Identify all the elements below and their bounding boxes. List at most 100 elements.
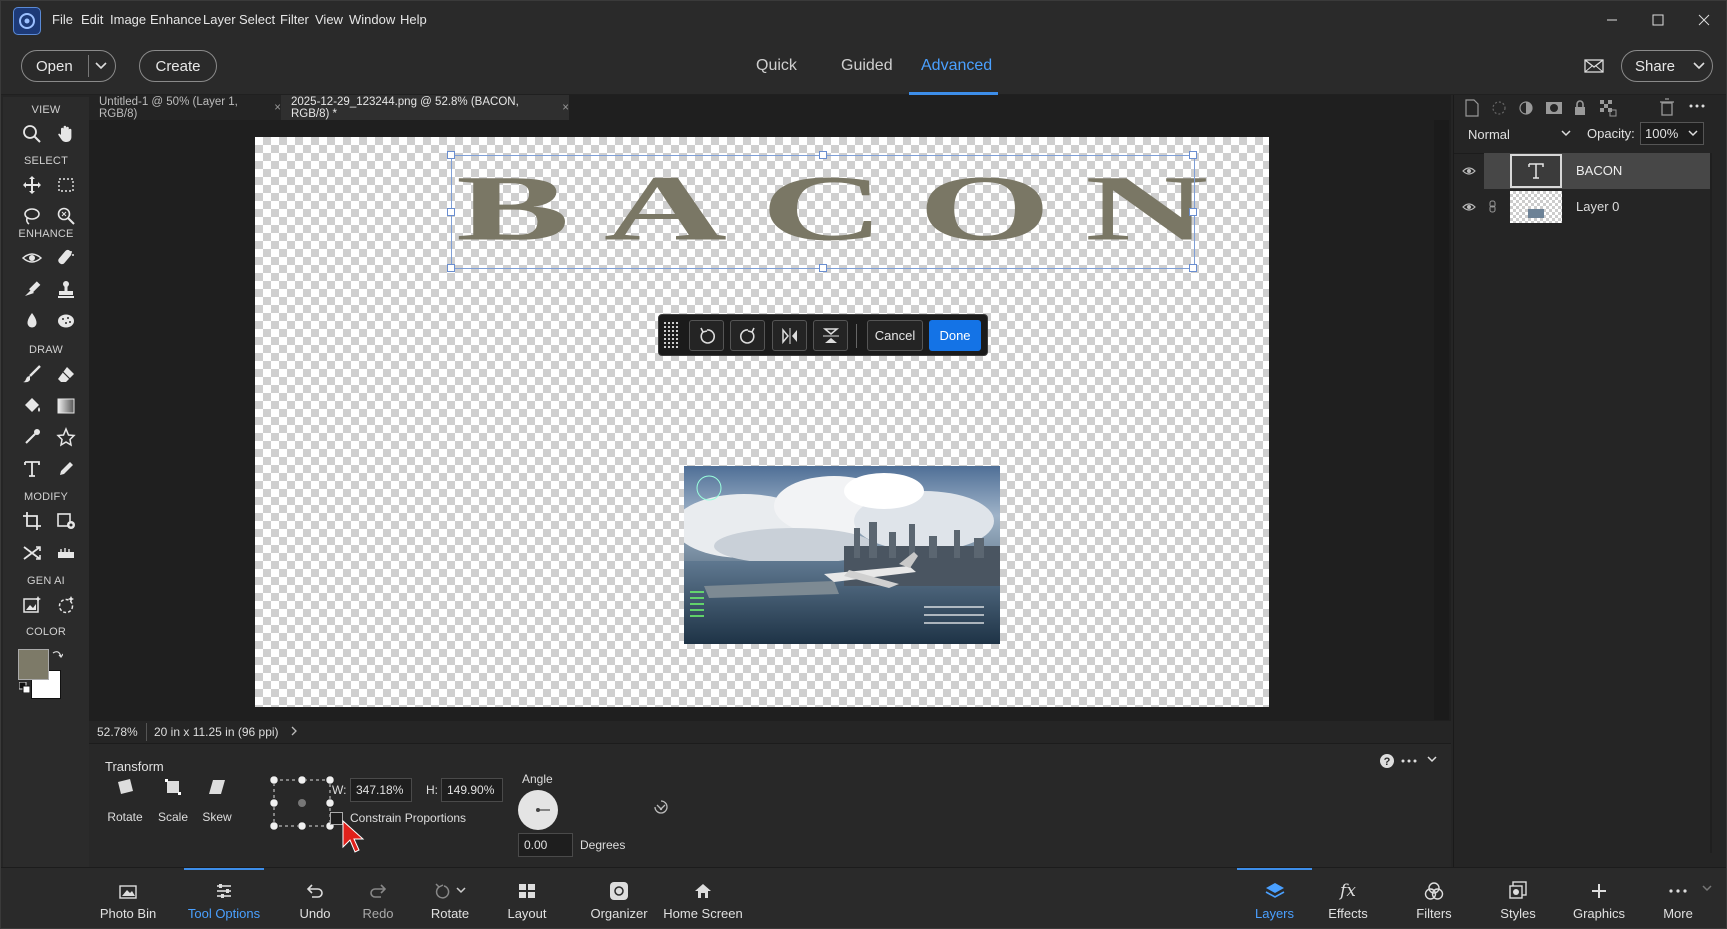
generative-remove-icon[interactable] [51,590,81,620]
angle-field[interactable]: 0.00 [518,833,573,857]
reset-transform-icon[interactable] [653,799,669,815]
menu-select[interactable]: Select [239,12,275,27]
tab-quick[interactable]: Quick [756,57,797,75]
red-eye-tool-icon[interactable] [17,243,47,273]
help-icon[interactable]: ? [1379,753,1395,769]
skew-mode-button[interactable]: Skew [197,778,237,826]
app-logo-icon[interactable] [13,7,41,35]
straighten-tool-icon[interactable] [51,538,81,568]
sponge-tool-icon[interactable] [51,306,81,336]
transform-handle[interactable] [1189,151,1197,159]
transform-handle[interactable] [1189,264,1197,272]
layers-scrollbar[interactable] [1710,153,1712,853]
close-tab-icon[interactable]: × [562,102,569,114]
default-colors-icon[interactable] [19,682,30,693]
flight-sim-screenshot-image[interactable] [684,466,1000,644]
angle-dial[interactable] [518,790,558,830]
cancel-transform-button[interactable]: Cancel [867,320,923,351]
styles-panel-button[interactable]: Styles [1496,868,1540,928]
menu-filter[interactable]: Filter [280,12,309,27]
adjustment-layer-icon[interactable] [1518,99,1545,117]
delete-layer-icon[interactable] [1659,98,1675,116]
menu-image[interactable]: Image [110,12,146,27]
share-button[interactable]: Share [1621,50,1713,82]
layer-row-layer-0[interactable]: Layer 0 [1484,189,1710,225]
undo-button[interactable]: Undo [293,868,337,928]
menu-enhance[interactable]: Enhance [150,12,201,27]
layout-button[interactable]: Layout [502,868,552,928]
pencil-tool-icon[interactable] [51,454,81,484]
transform-bounding-box[interactable] [447,151,1197,272]
chevron-down-icon[interactable] [94,60,108,72]
type-tool-icon[interactable] [17,454,47,484]
chevron-down-icon[interactable] [1701,884,1713,894]
marquee-tool-icon[interactable] [51,170,81,200]
chevron-down-icon[interactable] [1687,129,1699,139]
zoom-readout[interactable]: 52.78% [97,725,138,739]
transform-handle[interactable] [447,264,455,272]
minimize-button[interactable] [1592,7,1632,33]
scale-mode-button[interactable]: Scale [153,778,193,826]
menu-edit[interactable]: Edit [81,12,103,27]
reference-point-locator[interactable] [269,775,335,831]
menu-layer[interactable]: Layer [203,12,236,27]
open-button[interactable]: Open [21,50,116,82]
transform-handle[interactable] [447,151,455,159]
spot-healing-tool-icon[interactable] [51,243,81,273]
visibility-eye-icon[interactable] [1462,189,1476,225]
rotate-left-button[interactable] [689,320,724,351]
effects-panel-button[interactable]: fx Effects [1323,868,1373,928]
menu-window[interactable]: Window [349,12,395,27]
home-screen-button[interactable]: Home Screen [661,868,745,928]
crop-tool-icon[interactable] [17,506,47,536]
transform-handle[interactable] [447,208,455,216]
collapse-chevron-icon[interactable] [1426,755,1438,765]
doc-tab-active[interactable]: 2025-12-29_123244.png @ 52.8% (BACON, RG… [281,95,569,120]
move-tool-icon[interactable] [17,170,47,200]
chevron-right-icon[interactable] [289,724,299,738]
tab-advanced[interactable]: Advanced [921,57,992,75]
transform-handle[interactable] [1189,208,1197,216]
rotate-mode-button[interactable]: Rotate [104,778,146,826]
opacity-field[interactable]: 100% [1640,122,1704,145]
brush-tool-icon[interactable] [17,359,47,389]
tool-options-button[interactable]: Tool Options [184,868,264,928]
photo-bin-button[interactable]: Photo Bin [91,868,165,928]
menu-help[interactable]: Help [400,12,427,27]
zoom-tool-icon[interactable] [17,119,47,149]
redo-button[interactable]: Redo [358,868,398,928]
new-layer-icon[interactable] [1464,99,1491,117]
content-aware-move-icon[interactable] [17,538,47,568]
hand-tool-icon[interactable] [51,119,81,149]
eraser-tool-icon[interactable] [51,359,81,389]
smart-brush-tool-icon[interactable] [17,274,47,304]
clone-stamp-tool-icon[interactable] [51,274,81,304]
layer-mask-icon[interactable] [1545,99,1572,117]
generative-fill-icon[interactable] [17,590,47,620]
mail-icon[interactable] [1584,58,1604,74]
filters-panel-button[interactable]: Filters [1409,868,1459,928]
transform-handle[interactable] [819,264,827,272]
layers-panel-button[interactable]: Layers [1237,868,1312,928]
lasso-tool-icon[interactable] [17,201,47,231]
create-button[interactable]: Create [139,50,217,82]
swap-colors-icon[interactable] [51,649,63,661]
paint-bucket-tool-icon[interactable] [17,391,47,421]
doc-tab-untitled[interactable]: Untitled-1 @ 50% (Layer 1, RGB/8) × [89,95,281,120]
done-transform-button[interactable]: Done [929,320,981,351]
flip-vertical-button[interactable] [813,320,848,351]
eyedropper-tool-icon[interactable] [17,422,47,452]
rotate-button[interactable]: Rotate [424,868,476,928]
menu-file[interactable]: File [52,12,73,27]
gradient-tool-icon[interactable] [51,391,81,421]
close-tab-icon[interactable]: × [274,102,281,114]
rotate-right-button[interactable] [730,320,765,351]
lock-all-icon[interactable] [1572,99,1599,117]
organizer-button[interactable]: Organizer [586,868,652,928]
custom-shape-tool-icon[interactable] [51,422,81,452]
height-field[interactable]: 149.90% [441,778,503,802]
lock-transparent-icon[interactable] [1599,99,1631,117]
layer-row-bacon[interactable]: BACON [1484,153,1710,189]
tab-guided[interactable]: Guided [841,57,893,75]
transform-handle[interactable] [819,151,827,159]
